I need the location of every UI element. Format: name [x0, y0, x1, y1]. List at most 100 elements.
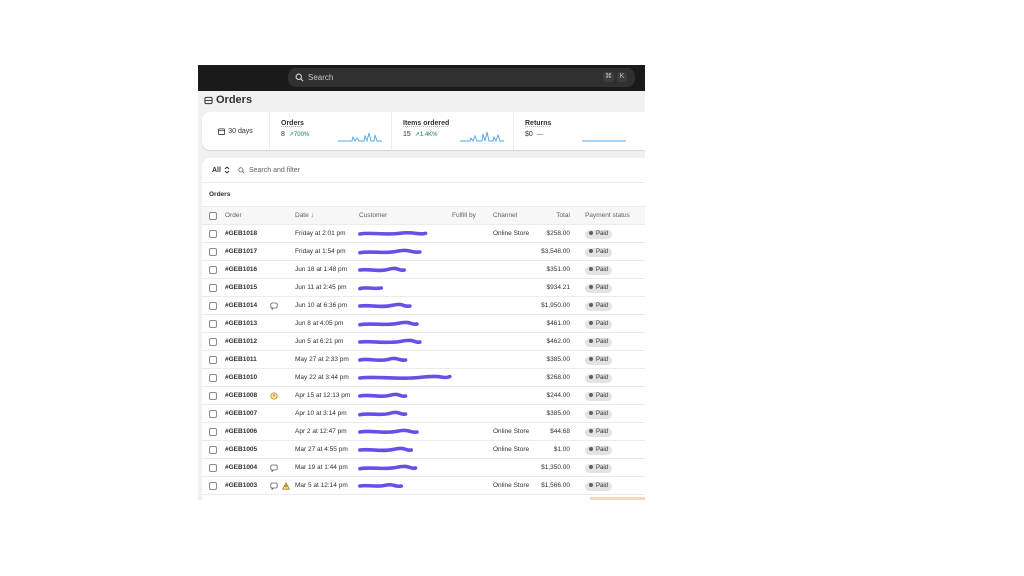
table-row[interactable]: #GEB1016 Jun 18 at 1:48 pm $351.00 Paid	[202, 261, 645, 279]
row-checkbox[interactable]	[209, 302, 217, 310]
table-row[interactable]: #GEB1017 Friday at 1:54 pm $3,548.00 Paid	[202, 243, 645, 261]
orders-sparkline	[338, 132, 382, 142]
row-checkbox[interactable]	[209, 410, 217, 418]
metric-items-change: ↗1.4K%	[414, 132, 438, 138]
orders-panel: All Search and filter Orders Order Date …	[202, 158, 645, 500]
order-number[interactable]: #GEB1006	[225, 423, 257, 441]
note-icon	[270, 464, 278, 472]
order-number[interactable]: #GEB1012	[225, 333, 257, 351]
metric-returns-change: —	[536, 131, 544, 138]
search-bar[interactable]: Search ⌘ K	[288, 68, 635, 87]
row-checkbox[interactable]	[209, 356, 217, 364]
note-icon	[270, 302, 278, 310]
order-number[interactable]: #GEB1015	[225, 279, 257, 297]
order-total: $462.00	[546, 338, 571, 345]
order-number[interactable]: #GEB1005	[225, 441, 257, 459]
row-checkbox[interactable]	[209, 230, 217, 238]
order-date: Apr 10 at 3:14 pm	[295, 410, 347, 417]
order-number[interactable]: #GEB1016	[225, 261, 257, 279]
payment-status-text: Paid	[596, 303, 609, 309]
payment-status-text: Paid	[596, 357, 609, 363]
row-checkbox[interactable]	[209, 320, 217, 328]
header-total[interactable]: Total	[556, 207, 570, 225]
header-channel[interactable]: Channel	[493, 207, 517, 225]
order-total: $351.00	[546, 266, 571, 273]
row-checkbox[interactable]	[209, 266, 217, 274]
calendar-icon	[218, 127, 226, 135]
orders-screenshot: Search ⌘ K Orders 30 days Orders 8 ↗700% …	[198, 65, 645, 500]
row-checkbox[interactable]	[209, 284, 217, 292]
order-number[interactable]: #GEB1008	[225, 387, 257, 405]
row-checkbox[interactable]	[209, 428, 217, 436]
table-row[interactable]: #GEB1012 Jun 5 at 6:21 pm $462.00 Paid	[202, 333, 645, 351]
payment-status-badge: Paid	[585, 261, 613, 279]
table-row[interactable]: #GEB1018 Friday at 2:01 pm Online Store $25…	[202, 225, 645, 243]
row-checkbox[interactable]	[209, 482, 217, 490]
table-row[interactable]: #GEB1008 Apr 15 at 12:13 pm $244.00 Paid	[202, 387, 645, 405]
order-channel: Online Store	[493, 446, 530, 453]
search-shortcut: ⌘ K	[603, 72, 627, 82]
order-total: $934.21	[546, 284, 571, 291]
payment-status-text: Paid	[596, 285, 609, 291]
redacted-customer	[358, 320, 419, 327]
payment-status-text: Paid	[596, 339, 609, 345]
header-fulfill-by[interactable]: Fulfill by	[452, 207, 476, 225]
header-customer[interactable]: Customer	[359, 207, 387, 225]
row-checkbox[interactable]	[209, 446, 217, 454]
metric-items-ordered[interactable]: Items ordered 15 ↗1.4K%	[392, 112, 514, 150]
order-total: $3,548.00	[541, 248, 570, 255]
header-order[interactable]: Order	[225, 207, 242, 225]
order-number[interactable]: #GEB1004	[225, 459, 257, 477]
payment-status-text: Paid	[596, 267, 609, 273]
redacted-customer	[358, 464, 418, 471]
metric-returns-value: $0	[525, 131, 533, 138]
metric-orders[interactable]: Orders 8 ↗700%	[270, 112, 392, 150]
view-selector[interactable]: All	[212, 166, 230, 174]
order-date: Mar 27 at 4:55 pm	[295, 446, 348, 453]
payment-status-badge: Paid	[585, 351, 613, 369]
table-row[interactable]: #GEB1010 May 22 at 3:44 pm $268.00 Paid	[202, 369, 645, 387]
row-checkbox[interactable]	[209, 464, 217, 472]
redacted-customer	[358, 482, 404, 489]
table-row[interactable]: #GEB1005 Mar 27 at 4:55 pm Online Store $1.…	[202, 441, 645, 459]
order-number[interactable]: #GEB1010	[225, 369, 257, 387]
metric-items-label: Items ordered	[403, 120, 450, 127]
k-key: K	[617, 72, 627, 82]
order-number[interactable]: #GEB1017	[225, 243, 257, 261]
table-row[interactable]: #GEB1013 Jun 8 at 4:05 pm $461.00 Paid	[202, 315, 645, 333]
table-row[interactable]: #GEB1007 Apr 10 at 3:14 pm $385.00 Paid	[202, 405, 645, 423]
order-total: $1,350.00	[541, 464, 570, 471]
metric-returns[interactable]: Returns $0—	[514, 112, 636, 150]
order-number[interactable]: #GEB1018	[225, 225, 257, 243]
row-checkbox[interactable]	[209, 338, 217, 346]
table-row[interactable]: #GEB1003 Mar 5 at 12:14 pm Online Store $1,…	[202, 477, 645, 495]
header-date[interactable]: Date ↓	[295, 207, 314, 225]
order-total: $461.00	[546, 320, 571, 327]
payment-status-text: Paid	[596, 465, 609, 471]
row-checkbox[interactable]	[209, 374, 217, 382]
order-number[interactable]: #GEB1003	[225, 477, 257, 495]
table-row[interactable]: #GEB1004 Mar 19 at 1:44 pm $1,350.00 Paid	[202, 459, 645, 477]
search-filter-field[interactable]: Search and filter	[238, 167, 300, 174]
select-all-checkbox[interactable]	[209, 212, 217, 220]
filter-bar: All Search and filter	[202, 158, 645, 182]
order-number[interactable]: #GEB1013	[225, 315, 257, 333]
row-checkbox[interactable]	[209, 248, 217, 256]
order-number[interactable]: #GEB1011	[225, 351, 257, 369]
order-total: $268.00	[546, 374, 571, 381]
table-row[interactable]: #GEB1006 Apr 2 at 12:47 pm Online Store $44…	[202, 423, 645, 441]
payment-status-text: Paid	[596, 375, 609, 381]
date-range-button[interactable]: 30 days	[202, 112, 270, 150]
header-payment-status[interactable]: Payment status	[585, 207, 630, 225]
order-number[interactable]: #GEB1007	[225, 405, 257, 423]
table-row[interactable]: #GEB1014 Jun 10 at 6:36 pm $1,950.00 Paid	[202, 297, 645, 315]
table-row[interactable]: #GEB1011 May 27 at 2:33 pm $385.00 Paid	[202, 351, 645, 369]
table-row[interactable]: #GEB1015 Jun 11 at 2:45 pm $934.21 Paid	[202, 279, 645, 297]
metric-orders-label: Orders	[281, 120, 304, 127]
order-number[interactable]: #GEB1014	[225, 297, 257, 315]
payment-status-badge: Paid	[585, 387, 613, 405]
returns-sparkline	[582, 140, 626, 142]
row-checkbox[interactable]	[209, 392, 217, 400]
order-date: Friday at 2:01 pm	[295, 230, 346, 237]
payment-status-text: Paid	[596, 393, 609, 399]
